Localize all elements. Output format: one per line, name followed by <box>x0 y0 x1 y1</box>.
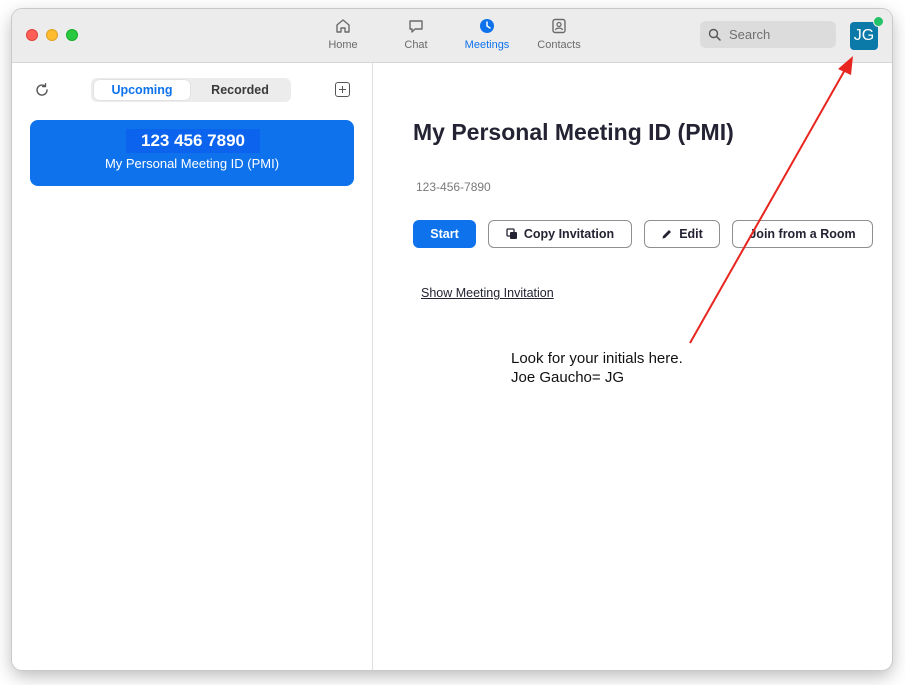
nav-meetings-label: Meetings <box>464 39 510 51</box>
meeting-card-name: My Personal Meeting ID (PMI) <box>104 156 280 171</box>
show-invitation-link[interactable]: Show Meeting Invitation <box>421 286 554 300</box>
meeting-detail: My Personal Meeting ID (PMI) 123-456-789… <box>373 63 892 670</box>
meeting-number: 123-456-7890 <box>416 180 491 194</box>
minimize-window-button[interactable] <box>46 29 58 41</box>
tab-recorded[interactable]: Recorded <box>192 80 288 100</box>
search-box[interactable] <box>700 21 836 48</box>
copy-invitation-label: Copy Invitation <box>523 227 615 241</box>
avatar[interactable]: JG <box>850 22 878 50</box>
nav-chat-label: Chat <box>404 39 428 51</box>
join-from-room-button[interactable]: Join from a Room <box>732 220 873 248</box>
start-button-label: Start <box>430 227 459 241</box>
annotation-line-2: Joe Gaucho= JG <box>511 369 624 386</box>
pencil-icon <box>662 230 672 239</box>
title-bar: Home Chat Meetings Contacts Search JG <box>12 9 892 63</box>
join-from-room-label: Join from a Room <box>749 227 856 241</box>
nav-home-label: Home <box>328 39 358 51</box>
contacts-icon <box>552 18 566 34</box>
annotation-note: Look for your initials here. Joe Gaucho=… <box>511 349 683 387</box>
edit-button[interactable]: Edit <box>644 220 720 248</box>
meeting-tabs: Upcoming Recorded <box>91 78 291 102</box>
refresh-icon[interactable] <box>34 82 50 98</box>
meeting-card-id: 123 456 7890 <box>126 129 260 153</box>
copy-invitation-button[interactable]: Copy Invitation <box>488 220 632 248</box>
close-window-button[interactable] <box>26 29 38 41</box>
meeting-card-pmi[interactable]: 123 456 7890 My Personal Meeting ID (PMI… <box>30 120 354 186</box>
clock-icon <box>480 19 494 33</box>
page-title: My Personal Meeting ID (PMI) <box>413 119 734 145</box>
copy-icon <box>506 228 517 239</box>
nav-contacts[interactable]: Contacts <box>524 17 594 57</box>
start-button[interactable]: Start <box>413 220 476 248</box>
chat-icon <box>409 20 423 33</box>
zoom-window: Home Chat Meetings Contacts Search JG Up… <box>12 9 892 670</box>
online-status-dot <box>873 16 884 27</box>
nav-contacts-label: Contacts <box>537 39 581 51</box>
nav-meetings[interactable]: Meetings <box>452 17 522 57</box>
add-meeting-button[interactable] <box>335 82 350 97</box>
edit-button-label: Edit <box>679 227 703 241</box>
search-icon <box>708 28 721 41</box>
tab-upcoming[interactable]: Upcoming <box>94 80 190 100</box>
maximize-window-button[interactable] <box>66 29 78 41</box>
home-icon <box>336 19 350 33</box>
search-input[interactable] <box>729 27 829 42</box>
annotation-line-1: Look for your initials here. <box>511 350 683 367</box>
nav-chat[interactable]: Chat <box>381 17 451 57</box>
nav-home[interactable]: Home <box>308 17 378 57</box>
meetings-sidebar: Upcoming Recorded 123 456 7890 My Person… <box>12 63 373 670</box>
